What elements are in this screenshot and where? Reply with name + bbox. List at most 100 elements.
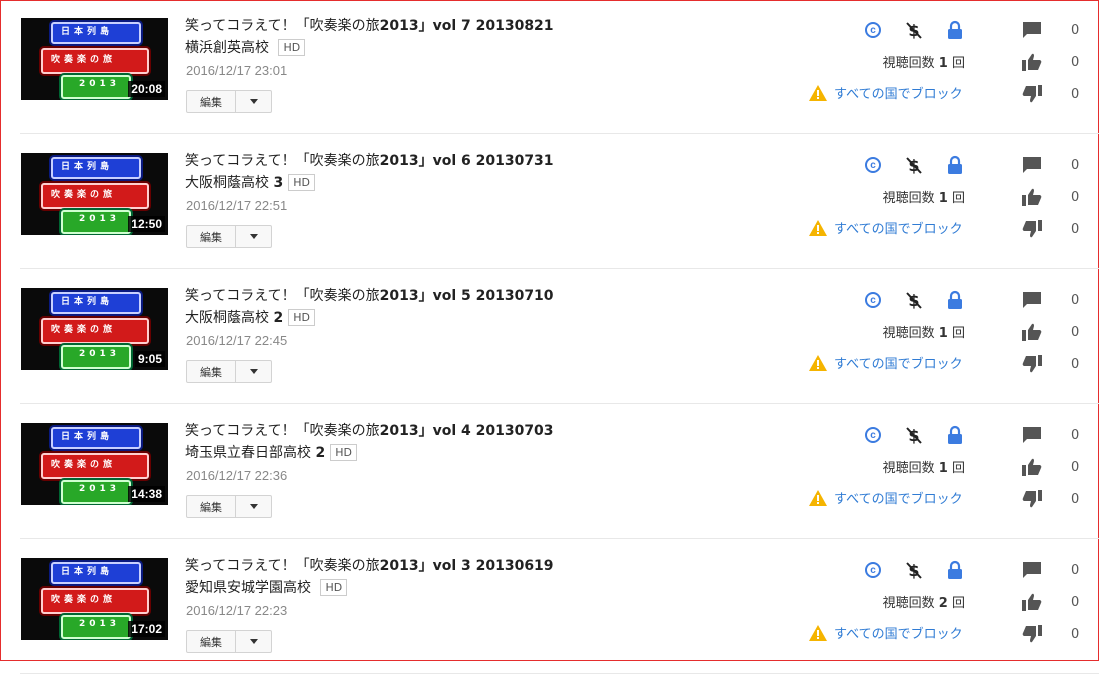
video-thumbnail[interactable]: 日本列島 吹奏楽の旅 2013 12:50: [21, 153, 168, 235]
video-subtitle-number: 2: [273, 310, 284, 326]
comment-stat[interactable]: 0: [1020, 19, 1090, 41]
dislike-count: 0: [1071, 356, 1080, 372]
edit-button[interactable]: 編集: [186, 360, 236, 383]
like-stat[interactable]: 0: [1020, 51, 1090, 73]
copyright-icon[interactable]: c: [863, 155, 883, 175]
video-thumbnail[interactable]: 日本列島 吹奏楽の旅 2013 14:38: [21, 423, 168, 505]
thumbnail-text-line1: 日本列島: [61, 432, 114, 442]
edit-button[interactable]: 編集: [186, 90, 236, 113]
no-monetization-icon[interactable]: $: [904, 155, 924, 175]
comment-stat[interactable]: 0: [1020, 559, 1090, 581]
comment-stat[interactable]: 0: [1020, 424, 1090, 446]
video-title[interactable]: 笑ってコラえて！「吹奏楽の旅2013」vol 3 20130619: [185, 555, 554, 575]
dislike-stat[interactable]: 0: [1020, 218, 1090, 240]
dislike-count: 0: [1071, 86, 1080, 102]
thumbs-down-icon: [1020, 623, 1044, 645]
copyright-icon[interactable]: c: [863, 425, 883, 445]
lock-icon[interactable]: [945, 425, 965, 445]
dropdown-caret-icon: [249, 639, 258, 644]
dislike-stat[interactable]: 0: [1020, 353, 1090, 375]
edit-button[interactable]: 編集: [186, 495, 236, 518]
edit-button[interactable]: 編集: [186, 225, 236, 248]
copyright-icon[interactable]: c: [863, 560, 883, 580]
blocked-status-text: すべての国でブロック: [834, 222, 963, 237]
thumbnail-text-line3: 2013: [79, 484, 121, 494]
video-thumbnail[interactable]: 日本列島 吹奏楽の旅 2013 17:02: [21, 558, 168, 640]
view-count: 視聴回数 1 回: [883, 457, 965, 476]
blocked-status[interactable]: すべての国でブロック: [808, 488, 963, 507]
upload-date: 2016/12/17 22:23: [186, 603, 288, 618]
blocked-status[interactable]: すべての国でブロック: [808, 353, 963, 372]
video-title-suffix: 」vol 4 20130703: [418, 423, 554, 439]
video-title-prefix: 笑ってコラえて！「吹奏楽の旅: [185, 558, 380, 574]
video-title[interactable]: 笑ってコラえて！「吹奏楽の旅2013」vol 6 20130731: [185, 150, 554, 170]
no-monetization-icon[interactable]: $: [904, 560, 924, 580]
views-number: 1: [938, 461, 948, 476]
views-label: 視聴回数: [882, 596, 935, 611]
warning-icon: [809, 489, 827, 506]
no-monetization-icon[interactable]: $: [904, 20, 924, 40]
dislike-count: 0: [1071, 626, 1080, 642]
copyright-icon[interactable]: c: [863, 20, 883, 40]
edit-button[interactable]: 編集: [186, 630, 236, 653]
no-monetization-icon[interactable]: $: [904, 425, 924, 445]
comment-count: 0: [1071, 157, 1080, 173]
thumbs-down-icon: [1020, 353, 1044, 375]
like-stat[interactable]: 0: [1020, 186, 1090, 208]
upload-date: 2016/12/17 22:36: [186, 468, 288, 483]
edit-dropdown-button[interactable]: [236, 90, 272, 113]
edit-dropdown-button[interactable]: [236, 495, 272, 518]
comment-icon: [1020, 289, 1044, 311]
view-count: 視聴回数 2 回: [883, 592, 965, 611]
video-title-year: 2013: [379, 153, 419, 169]
lock-icon[interactable]: [945, 20, 965, 40]
view-count: 視聴回数 1 回: [883, 52, 965, 71]
dislike-count: 0: [1071, 221, 1080, 237]
edit-dropdown-button[interactable]: [236, 630, 272, 653]
thumbnail-text-line2: 吹奏楽の旅: [51, 595, 117, 605]
video-subtitle-text: 埼玉県立春日部高校: [185, 445, 311, 461]
like-stat[interactable]: 0: [1020, 591, 1090, 613]
views-label: 視聴回数: [882, 56, 935, 71]
dislike-count: 0: [1071, 491, 1080, 507]
video-thumbnail[interactable]: 日本列島 吹奏楽の旅 2013 20:08: [21, 18, 168, 100]
lock-icon[interactable]: [945, 290, 965, 310]
blocked-status[interactable]: すべての国でブロック: [808, 83, 963, 102]
video-title[interactable]: 笑ってコラえて！「吹奏楽の旅2013」vol 5 20130710: [185, 285, 554, 305]
video-title-year: 2013: [379, 423, 419, 439]
video-title-prefix: 笑ってコラえて！「吹奏楽の旅: [185, 153, 380, 169]
thumbnail-text-line3: 2013: [79, 619, 121, 629]
edit-dropdown-button[interactable]: [236, 225, 272, 248]
video-subtitle-text: 大阪桐蔭高校: [185, 175, 269, 191]
like-count: 0: [1071, 594, 1080, 610]
video-duration: 9:05: [134, 351, 165, 367]
lock-icon[interactable]: [945, 560, 965, 580]
lock-icon[interactable]: [945, 155, 965, 175]
comment-stat[interactable]: 0: [1020, 154, 1090, 176]
dislike-stat[interactable]: 0: [1020, 488, 1090, 510]
video-title-year: 2013: [379, 288, 419, 304]
dislike-stat[interactable]: 0: [1020, 83, 1090, 105]
video-subtitle-text: 愛知県安城学園高校: [185, 580, 311, 596]
video-thumbnail[interactable]: 日本列島 吹奏楽の旅 2013 9:05: [21, 288, 168, 370]
edit-dropdown-button[interactable]: [236, 360, 272, 383]
comment-stat[interactable]: 0: [1020, 289, 1090, 311]
copyright-icon[interactable]: c: [863, 290, 883, 310]
blocked-status[interactable]: すべての国でブロック: [808, 218, 963, 237]
like-stat[interactable]: 0: [1020, 456, 1090, 478]
blocked-status-text: すべての国でブロック: [834, 87, 963, 102]
hd-badge: HD: [288, 309, 315, 326]
blocked-status[interactable]: すべての国でブロック: [808, 623, 963, 642]
blocked-status-text: すべての国でブロック: [834, 627, 963, 642]
views-unit: 回: [951, 596, 965, 611]
thumbnail-text-line1: 日本列島: [61, 162, 114, 172]
like-stat[interactable]: 0: [1020, 321, 1090, 343]
video-title[interactable]: 笑ってコラえて！「吹奏楽の旅2013」vol 4 20130703: [185, 420, 554, 440]
no-monetization-icon[interactable]: $: [904, 290, 924, 310]
dislike-stat[interactable]: 0: [1020, 623, 1090, 645]
edit-button-group: 編集: [186, 90, 272, 113]
views-unit: 回: [951, 326, 965, 341]
video-title[interactable]: 笑ってコラえて！「吹奏楽の旅2013」vol 7 20130821: [185, 15, 554, 35]
thumbnail-text-line2: 吹奏楽の旅: [51, 55, 117, 65]
dropdown-caret-icon: [249, 234, 258, 239]
